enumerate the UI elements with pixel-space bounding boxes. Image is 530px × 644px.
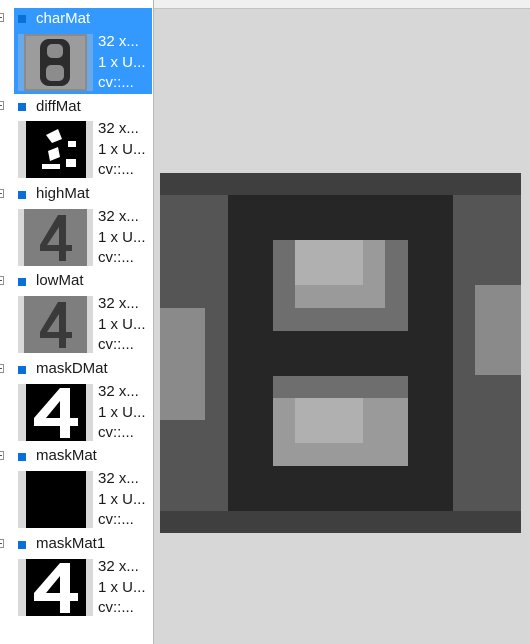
info-size: 32 x... [98,295,139,312]
thumbnail [18,471,93,528]
list-item-maskDMat[interactable]: maskDMat 32 x... 1 x U... cv::... [0,358,153,446]
thumbnail [18,559,93,616]
variable-icon [18,453,26,461]
info-size: 32 x... [98,470,139,487]
variable-icon [18,15,26,23]
thumbnail-image [26,471,86,528]
list-item-maskMat[interactable]: maskMat 32 x... 1 x U... cv::... [0,445,153,533]
info-class: cv::... [98,511,134,528]
info-type: 1 x U... [98,403,146,421]
collapse-icon[interactable] [0,276,4,285]
info-class: cv::... [98,74,134,91]
variable-info: 32 x... 1 x U... cv::... [98,294,146,356]
collapse-icon[interactable] [0,451,4,460]
thumbnail-image [26,559,86,616]
list-item-lowMat[interactable]: lowMat 32 x... 1 x U... cv::... [0,270,153,358]
variable-name: diffMat [36,98,81,115]
list-item-maskMat1[interactable]: maskMat1 32 x... 1 x U... cv::... [0,533,153,621]
collapse-icon[interactable] [0,364,4,373]
variable-name: maskMat [36,447,97,464]
info-type: 1 x U... [98,315,146,333]
info-class: cv::... [98,599,134,616]
variable-icon [18,278,26,286]
variable-icon [18,541,26,549]
variable-info: 32 x... 1 x U... cv::... [98,32,146,94]
variable-info: 32 x... 1 x U... cv::... [98,207,146,269]
thumbnail [18,121,93,178]
thumbnail-image [24,296,87,353]
info-size: 32 x... [98,120,139,137]
thumbnail [18,296,93,353]
info-type: 1 x U... [98,490,146,508]
info-type: 1 x U... [98,578,146,596]
collapse-icon[interactable] [0,101,4,110]
variable-name: lowMat [36,272,84,289]
collapse-icon[interactable] [0,189,4,198]
info-type: 1 x U... [98,228,146,246]
info-class: cv::... [98,424,134,441]
splitter[interactable] [153,0,154,644]
info-size: 32 x... [98,558,139,575]
info-size: 32 x... [98,208,139,225]
info-class: cv::... [98,161,134,178]
info-class: cv::... [98,249,134,266]
thumbnail [18,384,93,441]
thumbnail-image [24,209,87,266]
viewer-top-border [154,0,530,9]
variable-info: 32 x... 1 x U... cv::... [98,469,146,531]
list-item-highMat[interactable]: highMat 32 x... 1 x U... cv::... [0,183,153,271]
variable-list[interactable]: charMat 32 x... 1 x U... cv::... diffMat [0,0,154,644]
image-viewer[interactable] [160,173,521,533]
variable-name: maskMat1 [36,535,106,552]
variable-name: charMat [36,10,91,27]
variable-name: maskDMat [36,360,108,377]
thumbnail [18,34,93,91]
info-size: 32 x... [98,383,139,400]
collapse-icon[interactable] [0,539,4,548]
enlarged-image [160,173,521,533]
list-item-diffMat[interactable]: diffMat 32 x... 1 x U... cv::... [0,95,153,183]
info-type: 1 x U... [98,53,146,71]
thumbnail-image [26,384,86,441]
variable-info: 32 x... 1 x U... cv::... [98,382,146,444]
list-item-charMat[interactable]: charMat 32 x... 1 x U... cv::... [0,8,153,96]
variable-icon [18,366,26,374]
thumbnail-image [26,121,86,178]
info-class: cv::... [98,336,134,353]
thumbnail-image [24,34,87,91]
thumbnail [18,209,93,266]
info-size: 32 x... [98,33,139,50]
variable-icon [18,191,26,199]
variable-info: 32 x... 1 x U... cv::... [98,557,146,619]
variable-icon [18,103,26,111]
variable-name: highMat [36,185,90,202]
info-type: 1 x U... [98,140,146,158]
variable-info: 32 x... 1 x U... cv::... [98,119,146,181]
collapse-icon[interactable] [0,13,4,22]
